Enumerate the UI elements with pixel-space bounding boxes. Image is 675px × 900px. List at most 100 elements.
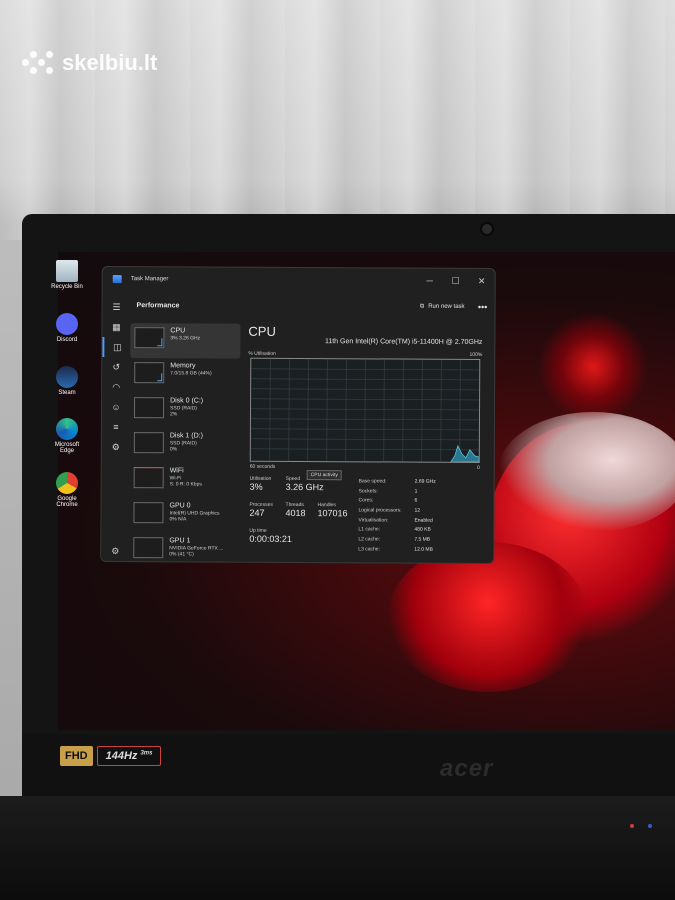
- spec-value: 12.0 MB: [414, 546, 433, 553]
- utilisation-axis-max: 100%: [469, 351, 483, 358]
- history-icon[interactable]: ↺: [102, 357, 130, 377]
- processes-icon[interactable]: ▦: [102, 317, 130, 337]
- spec-row: Base speed: 2.69 GHz: [359, 476, 479, 486]
- wallpaper-splash: [538, 312, 648, 422]
- brand-logo: acer: [440, 755, 494, 782]
- desktop-icon-steam[interactable]: Steam: [47, 366, 87, 396]
- graph-axis-left: 60 seconds: [249, 463, 276, 470]
- resource-item-wifi[interactable]: WiFi Wi-Fi S: 0 R: 0 Kbps: [130, 463, 240, 499]
- stat-value: 4018: [285, 507, 306, 519]
- spec-key: Cores:: [358, 497, 374, 504]
- spec-value: 12: [414, 507, 421, 514]
- spec-key: L1 cache:: [358, 526, 381, 533]
- title-bar[interactable]: Task Manager ─ ☐ ✕: [103, 267, 495, 293]
- cpu-graph-area: [450, 444, 480, 463]
- resource-thumbnail: [133, 537, 164, 559]
- section-title: Performance: [136, 301, 180, 309]
- edge-icon: [56, 418, 78, 440]
- run-new-task-button[interactable]: ⧉ Run new task: [420, 303, 465, 310]
- spec-key: L2 cache:: [358, 536, 381, 543]
- resource-name: WiFi: [169, 467, 184, 475]
- resource-item-disk1[interactable]: Disk 1 (D:) SSD (RAID) 0%: [130, 428, 240, 464]
- wallpaper-splash: [498, 412, 675, 532]
- resource-item-gpu1[interactable]: GPU 1 NVIDIA GeForce RTX ... 0% (41 °C): [129, 533, 239, 564]
- graph-axis-right: 0: [476, 464, 480, 471]
- close-button[interactable]: ✕: [469, 275, 495, 286]
- stat-value: 3.26 GHz: [285, 481, 324, 493]
- resource-sub: 0% (41 °C): [169, 551, 194, 558]
- spec-row: Sockets: 1: [359, 486, 479, 496]
- stat-uptime: Up time 0:00:03:21: [249, 528, 292, 544]
- spec-value: 2.69 GHz: [414, 478, 436, 485]
- laptop-hinge: [0, 796, 675, 900]
- hamburger-icon[interactable]: ☰: [103, 297, 131, 317]
- resource-sub: 0%: [169, 446, 178, 453]
- window-title: Task Manager: [130, 276, 169, 283]
- more-options-button[interactable]: •••: [471, 302, 495, 312]
- resource-thumbnail: [134, 327, 165, 349]
- resource-name: Disk 0 (C:): [170, 397, 204, 405]
- users-icon[interactable]: ☺: [102, 397, 130, 417]
- spec-value: 1: [414, 488, 418, 495]
- desktop-icon-label: Recycle Bin: [51, 284, 83, 290]
- task-manager-window: Task Manager ─ ☐ ✕ ☰ ▦ ◫ ↺ ◠ ☺ ≡ ⚙ ⚙ Per…: [100, 265, 496, 565]
- desktop-icon-label: Microsoft Edge: [54, 442, 80, 454]
- spec-value: Enabled: [414, 517, 433, 524]
- desktop-icon-discord[interactable]: Discord: [47, 313, 87, 343]
- resource-item-disk0[interactable]: Disk 0 (C:) SSD (RAID) 2%: [130, 393, 240, 429]
- startup-icon[interactable]: ◠: [102, 377, 130, 397]
- resource-sub: 7.0/15.8 GB (44%): [170, 370, 212, 377]
- refresh-rate-badge: 144Hz 3ms: [96, 746, 162, 766]
- resource-sub: S: 0 R: 0 Kbps: [169, 481, 202, 488]
- discord-icon: [56, 313, 78, 335]
- desktop-icon-edge[interactable]: Microsoft Edge: [47, 418, 87, 454]
- cpu-utilisation-graph[interactable]: [249, 357, 481, 463]
- run-new-task-label: Run new task: [428, 303, 465, 310]
- details-icon[interactable]: ≡: [102, 417, 130, 437]
- spec-row: Virtualisation: Enabled: [358, 515, 478, 525]
- resource-name: CPU: [170, 327, 186, 335]
- wallpaper-splash: [388, 542, 588, 692]
- desktop-icon-recycle-bin[interactable]: Recycle Bin: [47, 260, 87, 290]
- spec-row: Cores: 6: [359, 496, 479, 506]
- spec-key: Virtualisation:: [358, 516, 389, 524]
- spec-row: Logical processors: 12: [358, 505, 478, 515]
- services-icon[interactable]: ⚙: [102, 437, 130, 457]
- stat-value: 3%: [249, 481, 263, 492]
- section-header: Performance ⧉ Run new task •••: [130, 291, 494, 321]
- spec-value: 7.5 MB: [414, 536, 431, 543]
- stat-utilisation: Utilisation 3%: [250, 476, 272, 492]
- settings-icon[interactable]: ⚙: [101, 546, 129, 557]
- recycle-bin-icon: [56, 260, 78, 282]
- resource-thumbnail: [133, 397, 165, 419]
- task-manager-app-icon: [112, 275, 122, 284]
- resource-name: Memory: [170, 362, 196, 370]
- stat-value: 0:00:03:21: [249, 533, 292, 544]
- resource-item-memory[interactable]: Memory 7.0/15.8 GB (44%): [130, 358, 240, 394]
- stat-speed: Speed 3.26 GHz: [286, 476, 324, 492]
- refresh-rate-text: 144Hz: [105, 750, 138, 762]
- desktop-icon-chrome[interactable]: Google Chrome: [47, 472, 87, 508]
- nav-rail: ☰ ▦ ◫ ↺ ◠ ☺ ≡ ⚙ ⚙: [101, 290, 131, 562]
- resource-sub: 3% 3.26 GHz: [170, 335, 201, 342]
- resource-thumbnail: [133, 502, 164, 524]
- maximize-button[interactable]: ☐: [443, 275, 469, 286]
- resource-item-cpu[interactable]: CPU 3% 3.26 GHz: [130, 323, 241, 359]
- resource-thumbnail: [134, 362, 165, 384]
- minimize-button[interactable]: ─: [417, 275, 443, 286]
- resource-sub: 2%: [169, 411, 178, 418]
- background-curtain: [0, 0, 675, 240]
- resource-name: GPU 1: [169, 537, 191, 545]
- fhd-badge: FHD: [60, 746, 93, 766]
- spec-value: 480 KB: [414, 526, 431, 533]
- graph-axis: 60 seconds 0: [250, 464, 480, 471]
- spec-key: L3 cache:: [358, 545, 381, 553]
- display-badge: FHD 144Hz 3ms: [60, 744, 162, 768]
- resource-item-gpu0[interactable]: GPU 0 Intel(R) UHD Graphics 0% N/A: [129, 498, 239, 534]
- stat-threads: Threads 4018: [285, 502, 305, 518]
- performance-icon[interactable]: ◫: [102, 336, 131, 358]
- cpu-stats: Utilisation 3% Speed 3.26 GHz Processes …: [249, 476, 360, 544]
- spec-row: L1 cache: 480 KB: [358, 525, 478, 535]
- watermark-dots-icon: [22, 51, 54, 75]
- spec-key: Logical processors:: [358, 507, 402, 514]
